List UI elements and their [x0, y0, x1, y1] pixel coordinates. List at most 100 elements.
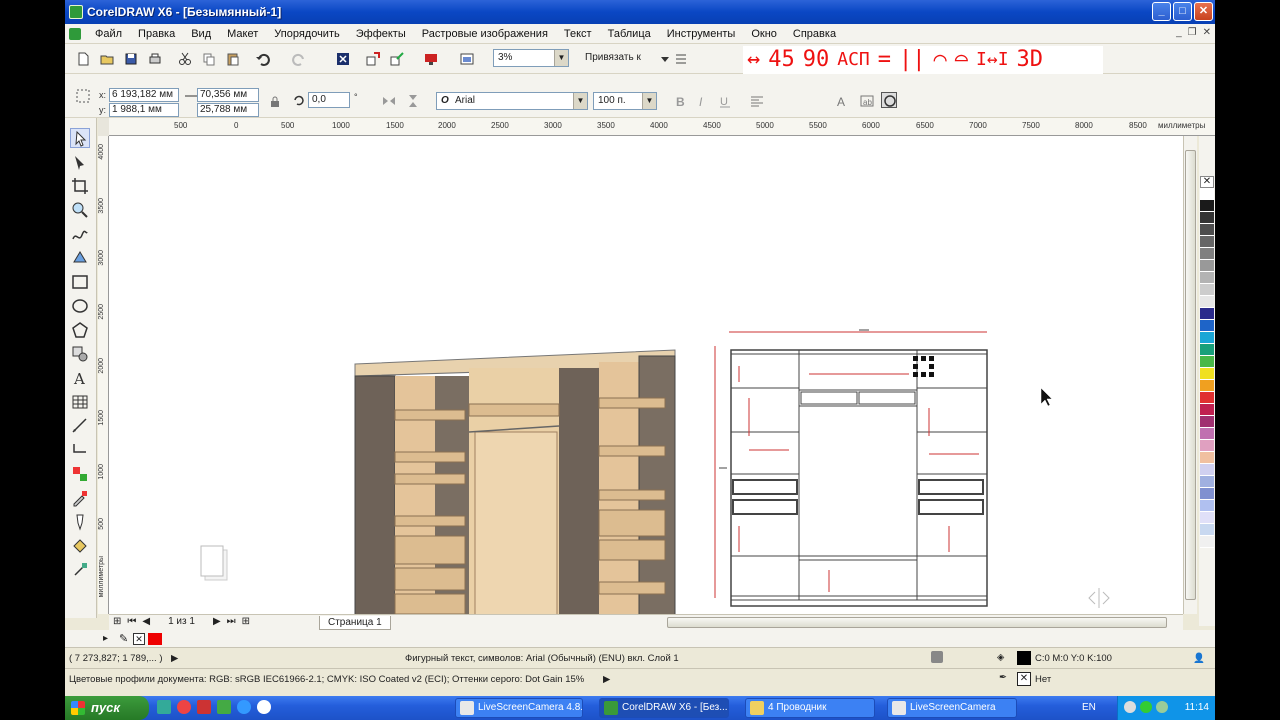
- color-eyedropper-icon[interactable]: [70, 488, 90, 508]
- task-explorer[interactable]: 4 Проводник: [745, 698, 875, 718]
- dimension-tool-icon[interactable]: [70, 416, 90, 436]
- crop-tool-icon[interactable]: [70, 176, 90, 196]
- export-icon[interactable]: [389, 51, 405, 67]
- close-button[interactable]: ✕: [1194, 2, 1213, 21]
- title-bar[interactable]: CorelDRAW X6 - [Безымянный-1] _ □ ✕: [65, 0, 1215, 24]
- shape-tool-icon[interactable]: [70, 152, 90, 172]
- lock-ratio-icon[interactable]: [267, 94, 283, 110]
- palette-swatch[interactable]: [1200, 524, 1214, 536]
- menu-edit[interactable]: Правка: [130, 28, 183, 40]
- save-icon[interactable]: [123, 51, 139, 67]
- palette-swatch[interactable]: [1200, 392, 1214, 404]
- task-livescreencamera[interactable]: LiveScreenCamera 4.8...: [455, 698, 583, 718]
- doc-minimize-icon[interactable]: _: [1176, 27, 1182, 38]
- quick-launch-corel-icon[interactable]: [217, 700, 231, 714]
- redo-icon[interactable]: [291, 51, 307, 67]
- tray-network-icon[interactable]: [1124, 701, 1136, 713]
- font-family-dropdown-icon[interactable]: ▼: [573, 93, 587, 109]
- menu-text[interactable]: Текст: [556, 28, 600, 40]
- menu-effects[interactable]: Эффекты: [348, 28, 414, 40]
- quick-launch-app-icon[interactable]: [197, 700, 211, 714]
- doc-restore-icon[interactable]: ❐: [1188, 27, 1197, 38]
- red-swatch[interactable]: [148, 633, 162, 645]
- next-page-icon[interactable]: ▶: [213, 616, 221, 627]
- macro-90-button[interactable]: 90: [803, 47, 830, 73]
- palette-swatch[interactable]: [1200, 284, 1214, 296]
- palette-swatch[interactable]: [1200, 332, 1214, 344]
- quick-launch-browser-icon[interactable]: [177, 700, 191, 714]
- menu-help[interactable]: Справка: [785, 28, 844, 40]
- palette-swatch[interactable]: [1200, 476, 1214, 488]
- selected-text-object[interactable]: [913, 356, 934, 377]
- bold-icon[interactable]: B: [673, 93, 689, 109]
- macro-arc-button[interactable]: ⌒: [934, 47, 947, 73]
- start-button[interactable]: пуск: [65, 696, 149, 720]
- doc-close-icon[interactable]: ✕: [1203, 27, 1211, 38]
- application-launcher-icon[interactable]: [459, 51, 475, 67]
- palette-swatch[interactable]: [1200, 248, 1214, 260]
- undo-icon[interactable]: [255, 51, 271, 67]
- connector-tool-icon[interactable]: [70, 440, 90, 460]
- cut-icon[interactable]: [177, 51, 193, 67]
- add-page-icon[interactable]: ⊞: [113, 616, 121, 627]
- macro-curve-button[interactable]: ⌓: [955, 47, 968, 73]
- macro-span-dimension-button[interactable]: I↔I: [976, 47, 1009, 73]
- color-profiles-info[interactable]: Цветовые профили документа: RGB: sRGB IE…: [69, 674, 584, 685]
- palette-swatch[interactable]: [1200, 188, 1214, 200]
- palette-expand-icon[interactable]: ▸: [103, 633, 108, 644]
- y-position-field[interactable]: 1 988,1 мм: [109, 103, 179, 117]
- palette-swatch[interactable]: [1200, 356, 1214, 368]
- quick-launch-media-icon[interactable]: [257, 700, 271, 714]
- palette-swatch[interactable]: [1200, 428, 1214, 440]
- palette-swatch[interactable]: [1200, 440, 1214, 452]
- first-page-icon[interactable]: ⏮: [127, 616, 136, 627]
- palette-swatch[interactable]: [1200, 344, 1214, 356]
- zoom-tool-icon[interactable]: [70, 200, 90, 220]
- menu-tools[interactable]: Инструменты: [659, 28, 744, 40]
- pick-tool-icon[interactable]: [70, 128, 90, 148]
- vertical-scrollbar[interactable]: [1183, 136, 1197, 614]
- x-position-field[interactable]: 6 193,182 мм: [109, 88, 179, 102]
- text-tool-icon[interactable]: A: [70, 368, 90, 388]
- palette-swatch[interactable]: [1200, 296, 1214, 308]
- paste-icon[interactable]: [225, 51, 241, 67]
- task-livescreencamera-2[interactable]: LiveScreenCamera: [887, 698, 1017, 718]
- tray-security-icon[interactable]: [1156, 701, 1168, 713]
- ruler-origin-corner[interactable]: [98, 118, 109, 136]
- quick-launch-desktop-icon[interactable]: [157, 700, 171, 714]
- palette-swatch[interactable]: [1200, 500, 1214, 512]
- macro-horizontal-pair-button[interactable]: =: [878, 47, 891, 73]
- blend-tool-icon[interactable]: [70, 464, 90, 484]
- maximize-button[interactable]: □: [1173, 2, 1192, 21]
- snap-to-button[interactable]: Привязать к: [585, 52, 641, 63]
- fill-color-swatch[interactable]: [1017, 651, 1031, 665]
- language-indicator[interactable]: EN: [1082, 702, 1096, 713]
- minimize-button[interactable]: _: [1152, 2, 1171, 21]
- text-properties-icon[interactable]: A: [835, 93, 851, 109]
- macro-vertical-pair-button[interactable]: ||: [899, 47, 926, 73]
- prev-page-icon[interactable]: ◀: [142, 616, 150, 627]
- document-info-icon[interactable]: [931, 651, 943, 663]
- font-family-select[interactable]: O Arial ▼: [436, 92, 588, 110]
- coreldraw-app-icon[interactable]: [69, 5, 83, 19]
- ellipse-tool-icon[interactable]: [70, 296, 90, 316]
- eyedropper-icon[interactable]: ✎: [119, 632, 128, 645]
- import-icon[interactable]: [365, 51, 381, 67]
- no-color-swatch[interactable]: ✕: [1200, 176, 1214, 188]
- color-profiles-arrow-icon[interactable]: ▶: [603, 674, 610, 685]
- macro-3d-button[interactable]: 3D: [1017, 47, 1044, 73]
- print-icon[interactable]: [147, 51, 163, 67]
- menu-bitmaps[interactable]: Растровые изображения: [414, 28, 556, 40]
- palette-swatch[interactable]: [1200, 452, 1214, 464]
- palette-swatch[interactable]: [1200, 404, 1214, 416]
- macro-45-button[interactable]: 45: [768, 47, 795, 73]
- menu-view[interactable]: Вид: [183, 28, 219, 40]
- interactive-fill-tool-icon[interactable]: [70, 560, 90, 580]
- palette-swatch[interactable]: [1200, 488, 1214, 500]
- freehand-tool-icon[interactable]: [70, 224, 90, 244]
- snap-dropdown-icon[interactable]: [657, 51, 673, 67]
- menu-window[interactable]: Окно: [743, 28, 785, 40]
- palette-swatch[interactable]: [1200, 272, 1214, 284]
- smart-fill-tool-icon[interactable]: [70, 248, 90, 268]
- menu-file[interactable]: Файл: [87, 28, 130, 40]
